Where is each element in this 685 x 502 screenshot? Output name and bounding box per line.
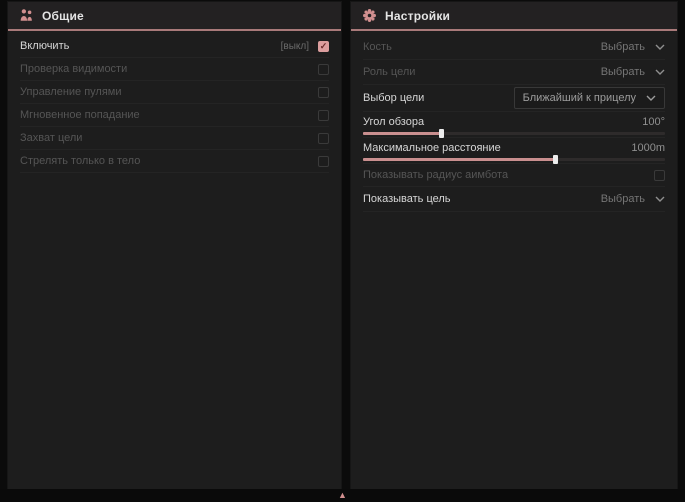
setting-row-fov: Угол обзора 100° [363,112,665,138]
slider-handle[interactable] [553,155,558,164]
setting-label: Мгновенное попадание [20,109,140,121]
panel-title: Настройки [385,9,450,23]
dropdown-value: Выбрать [601,66,645,78]
setting-label: Показывать цель [363,193,451,205]
slider-value: 100° [642,116,665,128]
chevron-down-icon [655,196,665,202]
chevron-down-icon [655,69,665,75]
setting-label: Включить [20,40,69,52]
people-icon [19,8,34,23]
slider-fill [363,132,442,135]
dropdown-value: Выбрать [601,193,645,205]
bottom-bar: ▲ [0,489,685,502]
setting-row-target-lock[interactable]: Захват цели [20,127,329,150]
panel-title: Общие [42,9,84,23]
setting-row-target-selection: Выбор цели Ближайший к прицелу [363,85,665,112]
slider-header: Максимальное расстояние 1000m [363,140,665,155]
setting-label: Кость [363,41,392,53]
setting-row-visibility-check[interactable]: Проверка видимости [20,58,329,81]
setting-controls: [выкл] [281,41,329,52]
setting-label: Захват цели [20,132,82,144]
panel-settings-header: Настройки [351,2,677,31]
panel-settings-rows: Кость Выбрать Роль цели Выбрать Выбор це… [351,31,677,212]
slider-value: 1000m [631,142,665,154]
slider-handle[interactable] [439,129,444,138]
panel-settings: Настройки Кость Выбрать Роль цели Выбрат… [351,2,677,489]
setting-label: Выбор цели [363,92,424,104]
target-selection-dropdown[interactable]: Ближайший к прицелу [514,87,665,109]
setting-row-target-role: Роль цели Выбрать [363,60,665,85]
panel-general: Общие Включить [выкл] Проверка видимости… [8,2,341,489]
setting-label: Проверка видимости [20,63,127,75]
target-role-dropdown[interactable]: Выбрать [601,66,665,78]
slider-fill [363,158,556,161]
dropdown-value: Ближайший к прицелу [523,92,636,104]
setting-row-show-aimbot-radius[interactable]: Показывать радиус аимбота [363,164,665,187]
setting-label: Максимальное расстояние [363,142,501,154]
setting-row-bone: Кость Выбрать [363,35,665,60]
instant-hit-checkbox[interactable] [318,110,329,121]
slider-header: Угол обзора 100° [363,114,665,129]
setting-label: Управление пулями [20,86,122,98]
visibility-check-checkbox[interactable] [318,64,329,75]
body-only-checkbox[interactable] [318,156,329,167]
setting-row-instant-hit[interactable]: Мгновенное попадание [20,104,329,127]
panel-general-header: Общие [8,2,341,31]
enable-checkbox[interactable] [318,41,329,52]
bullet-control-checkbox[interactable] [318,87,329,98]
setting-label: Показывать радиус аимбота [363,169,508,181]
bone-dropdown[interactable]: Выбрать [601,41,665,53]
show-aimbot-radius-checkbox[interactable] [654,170,665,181]
scroll-up-indicator[interactable]: ▲ [338,491,347,500]
dropdown-value: Выбрать [601,41,645,53]
setting-row-max-distance: Максимальное расстояние 1000m [363,138,665,164]
target-lock-checkbox[interactable] [318,133,329,144]
setting-label: Стрелять только в тело [20,155,140,167]
setting-label: Роль цели [363,66,415,78]
gear-icon [362,8,377,23]
chevron-down-icon [655,44,665,50]
setting-row-body-only[interactable]: Стрелять только в тело [20,150,329,173]
panel-general-rows: Включить [выкл] Проверка видимости Управ… [8,31,341,173]
max-distance-slider[interactable] [363,158,665,161]
show-target-dropdown[interactable]: Выбрать [601,193,665,205]
fov-slider[interactable] [363,132,665,135]
setting-label: Угол обзора [363,116,424,128]
setting-row-show-target: Показывать цель Выбрать [363,187,665,212]
keybind-state-tag: [выкл] [281,41,309,52]
setting-row-bullet-control[interactable]: Управление пулями [20,81,329,104]
chevron-down-icon [646,95,656,101]
setting-row-enable[interactable]: Включить [выкл] [20,35,329,58]
